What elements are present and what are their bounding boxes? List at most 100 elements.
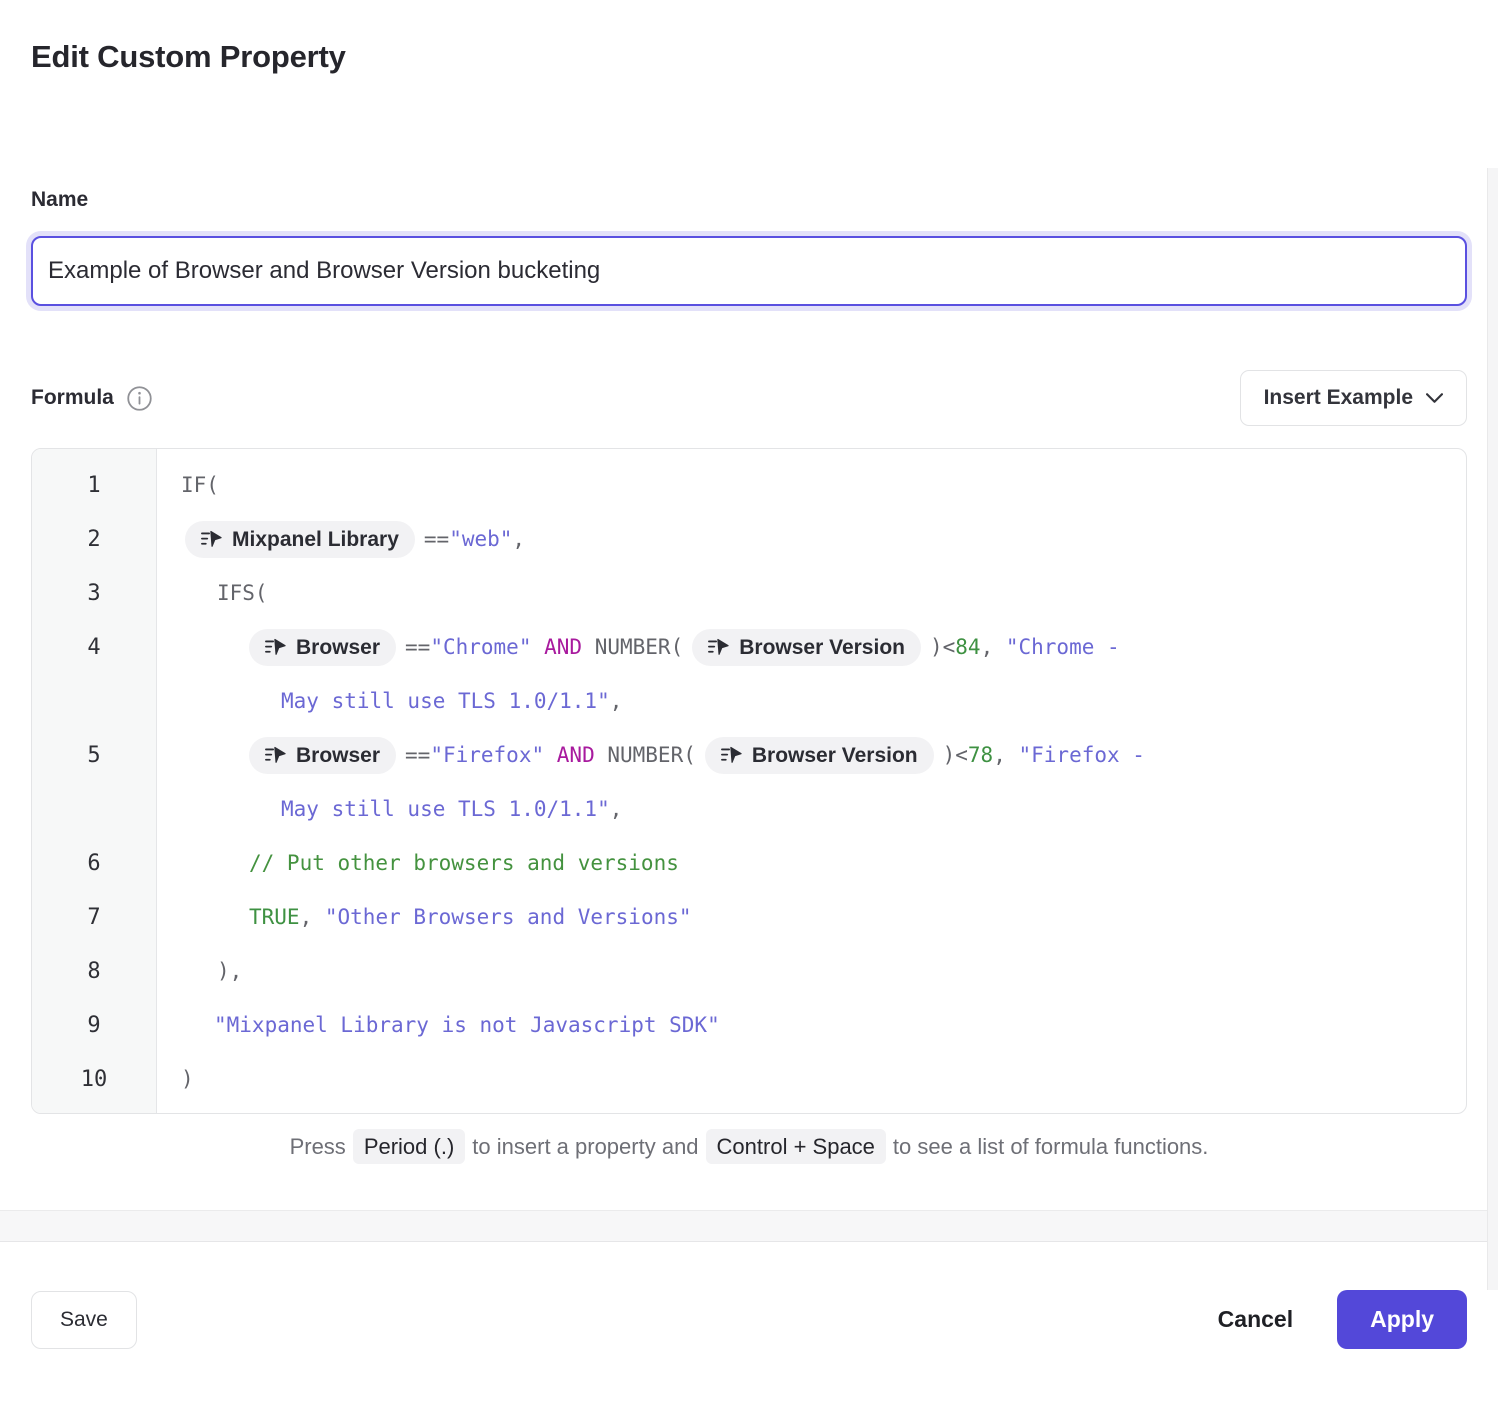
code-line: Browser =="Firefox" AND NUMBER( Browser …	[157, 728, 1466, 782]
formula-line: 8),	[32, 944, 1466, 998]
line-number	[32, 1106, 157, 1114]
property-list-cursor-icon	[721, 746, 742, 764]
property-pill-label: Browser Version	[739, 637, 905, 658]
insert-example-label: Insert Example	[1264, 386, 1413, 410]
formula-label-wrap: Formula	[31, 385, 153, 412]
formula-editor[interactable]: 1 IF( 2 Mixpanel Library == "web", 3IFS(4 Br…	[31, 448, 1467, 1114]
property-list-cursor-icon	[265, 638, 286, 656]
formula-label: Formula	[31, 386, 114, 410]
insert-example-button[interactable]: Insert Example	[1240, 370, 1467, 426]
code-line: Browser =="Chrome" AND NUMBER( Browser V…	[157, 620, 1466, 674]
property-pill-label: Browser	[296, 637, 380, 658]
formula-line: 9"Mixpanel Library is not Javascript SDK…	[32, 998, 1466, 1052]
name-label: Name	[31, 188, 1467, 212]
line-number: 6	[32, 836, 157, 890]
code-line: IF(	[157, 458, 1466, 512]
page-title: Edit Custom Property	[31, 38, 1467, 75]
code-token: TRUE	[249, 905, 300, 929]
line-number: 7	[32, 890, 157, 944]
code-token: // Put other browsers and versions	[249, 851, 679, 875]
code-token: "Other Browsers and Versions"	[325, 905, 692, 929]
code-token: ,	[610, 797, 623, 821]
save-button[interactable]: Save	[31, 1291, 137, 1349]
property-list-cursor-icon	[265, 746, 286, 764]
formula-help: PressPeriod (.)to insert a property andC…	[31, 1134, 1467, 1160]
line-number	[32, 782, 157, 836]
code-token: ==	[405, 743, 430, 767]
scrollbar[interactable]	[1487, 168, 1498, 1290]
code-token: ,	[610, 689, 623, 713]
property-list-cursor-icon	[201, 530, 222, 548]
code-token: 84	[955, 635, 980, 659]
code-token: 78	[968, 743, 993, 767]
code-line: IFS(	[157, 566, 1466, 620]
line-number	[32, 674, 157, 728]
chevron-down-icon	[1426, 393, 1443, 403]
name-input[interactable]	[31, 236, 1467, 306]
line-number: 1	[32, 458, 157, 512]
property-pill-label: Browser Version	[752, 745, 918, 766]
code-token: "web"	[449, 527, 512, 551]
help-text-press: Press	[290, 1134, 346, 1159]
cancel-button[interactable]: Cancel	[1218, 1306, 1293, 1333]
kbd-period: Period (.)	[353, 1129, 465, 1164]
formula-line: 3IFS(	[32, 566, 1466, 620]
cancel-button-label: Cancel	[1218, 1306, 1293, 1332]
code-token: AND	[544, 635, 582, 659]
kbd-control-space: Control + Space	[706, 1129, 886, 1164]
code-line	[157, 1106, 1466, 1114]
code-line	[157, 449, 1466, 458]
property-list-cursor-icon	[708, 638, 729, 656]
property-pill[interactable]: Mixpanel Library	[185, 521, 415, 558]
edit-custom-property-dialog: Edit Custom Property Name Formula Insert…	[0, 38, 1498, 1160]
dialog-footer: Save Cancel Apply	[0, 1242, 1498, 1349]
code-token: AND	[557, 743, 595, 767]
formula-line: May still use TLS 1.0/1.1",	[32, 782, 1466, 836]
code-token: May still use TLS 1.0/1.1"	[281, 689, 610, 713]
formula-line	[32, 1106, 1466, 1114]
formula-line: 6 // Put other browsers and versions	[32, 836, 1466, 890]
code-token: )	[181, 1067, 194, 1091]
code-line: TRUE, "Other Browsers and Versions"	[157, 890, 1466, 944]
code-token: IF(	[181, 473, 219, 497]
line-number: 4	[32, 620, 157, 674]
code-token: "Chrome"	[430, 635, 531, 659]
property-pill[interactable]: Browser	[249, 737, 396, 774]
code-token	[531, 635, 544, 659]
code-token: NUMBER(	[582, 635, 683, 659]
code-token: "Firefox"	[430, 743, 544, 767]
code-line: // Put other browsers and versions	[157, 836, 1466, 890]
formula-line: 1 IF(	[32, 458, 1466, 512]
formula-line: May still use TLS 1.0/1.1",	[32, 674, 1466, 728]
formula-line: 5 Browser =="Firefox" AND NUMBER( Browse…	[32, 728, 1466, 782]
property-pill[interactable]: Browser Version	[692, 629, 921, 666]
code-line: )	[157, 1052, 1466, 1106]
formula-line: 7TRUE, "Other Browsers and Versions"	[32, 890, 1466, 944]
apply-button[interactable]: Apply	[1337, 1290, 1467, 1349]
formula-line: 10)	[32, 1052, 1466, 1106]
code-token: NUMBER(	[595, 743, 696, 767]
code-token: ,	[300, 905, 325, 929]
code-token: "Mixpanel Library is not Javascript SDK"	[214, 1013, 720, 1037]
info-icon[interactable]	[126, 385, 153, 412]
code-token: May still use TLS 1.0/1.1"	[281, 797, 610, 821]
code-token: )<	[943, 743, 968, 767]
code-token	[544, 743, 557, 767]
help-text-after: to see a list of formula functions.	[893, 1134, 1209, 1159]
save-button-label: Save	[60, 1308, 108, 1331]
code-line: May still use TLS 1.0/1.1",	[157, 674, 1466, 728]
code-token: "Firefox -	[1019, 743, 1145, 767]
property-pill[interactable]: Browser	[249, 629, 396, 666]
line-number: 10	[32, 1052, 157, 1106]
code-line: "Mixpanel Library is not Javascript SDK"	[157, 998, 1466, 1052]
line-number: 8	[32, 944, 157, 998]
property-pill[interactable]: Browser Version	[705, 737, 934, 774]
formula-header: Formula Insert Example	[31, 370, 1467, 426]
line-number: 2	[32, 512, 157, 566]
code-token: ,	[981, 635, 1006, 659]
code-token: ==	[405, 635, 430, 659]
code-line: ),	[157, 944, 1466, 998]
footer-divider-strip	[0, 1210, 1498, 1242]
formula-line	[32, 449, 1466, 458]
help-text-between: to insert a property and	[472, 1134, 698, 1159]
